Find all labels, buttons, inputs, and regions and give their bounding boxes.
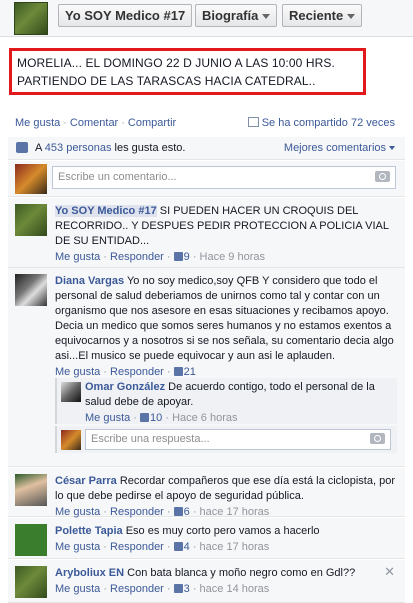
comment-text: Con bata blanca y moño negro como en Gdl… (127, 567, 356, 579)
viewer-avatar (61, 430, 81, 450)
reply-like-link[interactable]: Me gusta (85, 412, 130, 424)
recent-dropdown[interactable]: Reciente (282, 4, 363, 27)
comment-author[interactable]: César Parra (55, 475, 117, 487)
comment-item: César Parra Recordar compañeros que ese … (8, 468, 405, 518)
like-link[interactable]: Me gusta (15, 117, 60, 129)
comment-like-link[interactable]: Me gusta (55, 366, 100, 378)
comment-time[interactable]: hace 17 horas (200, 506, 270, 518)
reply-like-count[interactable]: 10 (150, 412, 162, 424)
comment-input[interactable]: Escribe un comentario... (52, 166, 396, 189)
chevron-down-icon (347, 14, 356, 20)
avatar[interactable] (15, 474, 47, 506)
comment-like-count[interactable]: 4 (184, 541, 190, 553)
thumbs-up-icon (173, 367, 183, 376)
chevron-down-icon (262, 14, 271, 20)
page-avatar[interactable] (14, 2, 48, 35)
likes-summary: A 453 personas les gusta esto. Mejores c… (8, 137, 405, 160)
comment-like-count[interactable]: 9 (184, 251, 190, 263)
camera-icon[interactable] (370, 433, 385, 444)
chevron-down-icon (389, 146, 395, 151)
post-text-line: PARTIENDO DE LAS TARASCAS HACIA CATEDRAL… (17, 74, 316, 88)
shares-count[interactable]: Se ha compartido 72 veces (247, 117, 395, 129)
post-text-highlight: MORELIA... EL DOMINGO 22 D JUNIO A LAS 1… (9, 48, 366, 95)
reply-time[interactable]: Hace 6 horas (172, 412, 237, 424)
comment-composer: Escribe un comentario... (8, 161, 405, 197)
avatar[interactable] (15, 524, 47, 556)
avatar[interactable] (15, 566, 47, 598)
post-text-line: MORELIA... EL DOMINGO 22 D JUNIO A LAS 1… (17, 56, 335, 70)
thumbs-up-icon (173, 542, 183, 551)
comment-reply-link[interactable]: Responder (110, 366, 164, 378)
likers-link[interactable]: 453 personas (45, 142, 112, 154)
reply-composer: Escribe una respuesta... (55, 426, 397, 453)
comment-reply-link[interactable]: Responder (110, 541, 164, 553)
comment-text: Yo no soy medico,soy QFB Y considero que… (55, 275, 394, 362)
share-link[interactable]: Compartir (128, 117, 176, 129)
avatar[interactable] (15, 274, 47, 306)
comment-author[interactable]: Aryboliux EN (55, 567, 124, 579)
comment-item: Diana Vargas Yo no soy medico,soy QFB Y … (8, 268, 405, 467)
camera-icon[interactable] (375, 171, 390, 182)
comment-like-count[interactable]: 6 (184, 506, 190, 518)
page-header-bar: Yo SOY Medico #17 Biografía Reciente (0, 0, 413, 37)
comment-item: Aryboliux EN Con bata blanca y moño negr… (8, 560, 405, 603)
viewer-avatar (15, 164, 47, 194)
thumbs-up-icon (16, 142, 28, 153)
comment-reply-link[interactable]: Responder (110, 251, 164, 263)
comment-item: Yo SOY Medico #17 SI PUEDEN HACER UN CRO… (8, 198, 405, 268)
comment-text: Eso es muy corto pero vamos a hacerlo (125, 525, 320, 537)
comment-author[interactable]: Yo SOY Medico #17 (55, 205, 157, 217)
comment-like-link[interactable]: Me gusta (55, 541, 100, 553)
bio-dropdown[interactable]: Biografía (195, 4, 278, 27)
best-comments-dropdown[interactable]: Mejores comentarios (284, 142, 395, 154)
comment-time[interactable]: Hace 9 horas (200, 251, 265, 263)
comment-time[interactable]: hace 14 horas (200, 583, 270, 595)
comment-like-link[interactable]: Me gusta (55, 583, 100, 595)
comment-reply-link[interactable]: Responder (110, 583, 164, 595)
avatar[interactable] (61, 382, 81, 402)
comment-like-link[interactable]: Me gusta (55, 251, 100, 263)
share-icon (247, 117, 259, 127)
page-name-button[interactable]: Yo SOY Medico #17 (58, 4, 193, 27)
reply-author[interactable]: Omar González (85, 381, 165, 393)
avatar[interactable] (15, 204, 47, 236)
close-icon[interactable]: ✕ (384, 564, 395, 580)
reply-input[interactable]: Escribe una respuesta... (85, 429, 391, 450)
thumbs-up-icon (173, 584, 183, 593)
comment-item: Polette Tapia Eso es muy corto pero vamo… (8, 518, 405, 559)
comment-like-count[interactable]: 3 (184, 583, 190, 595)
comment-like-count[interactable]: 21 (184, 366, 196, 378)
reply-item: Omar González De acuerdo contigo, todo e… (55, 378, 397, 424)
post-actions: Me gusta · Comentar · Compartir (15, 117, 177, 129)
comment-link[interactable]: Comentar (70, 117, 118, 129)
comment-author[interactable]: Polette Tapia (55, 525, 123, 537)
thumbs-up-icon (173, 507, 183, 516)
comment-reply-link[interactable]: Responder (110, 506, 164, 518)
comment-like-link[interactable]: Me gusta (55, 506, 100, 518)
comment-time[interactable]: hace 17 horas (200, 541, 270, 553)
comment-author[interactable]: Diana Vargas (55, 275, 124, 287)
thumbs-up-icon (140, 413, 150, 422)
thumbs-up-icon (173, 252, 183, 261)
post-card: MORELIA... EL DOMINGO 22 D JUNIO A LAS 1… (0, 37, 413, 603)
